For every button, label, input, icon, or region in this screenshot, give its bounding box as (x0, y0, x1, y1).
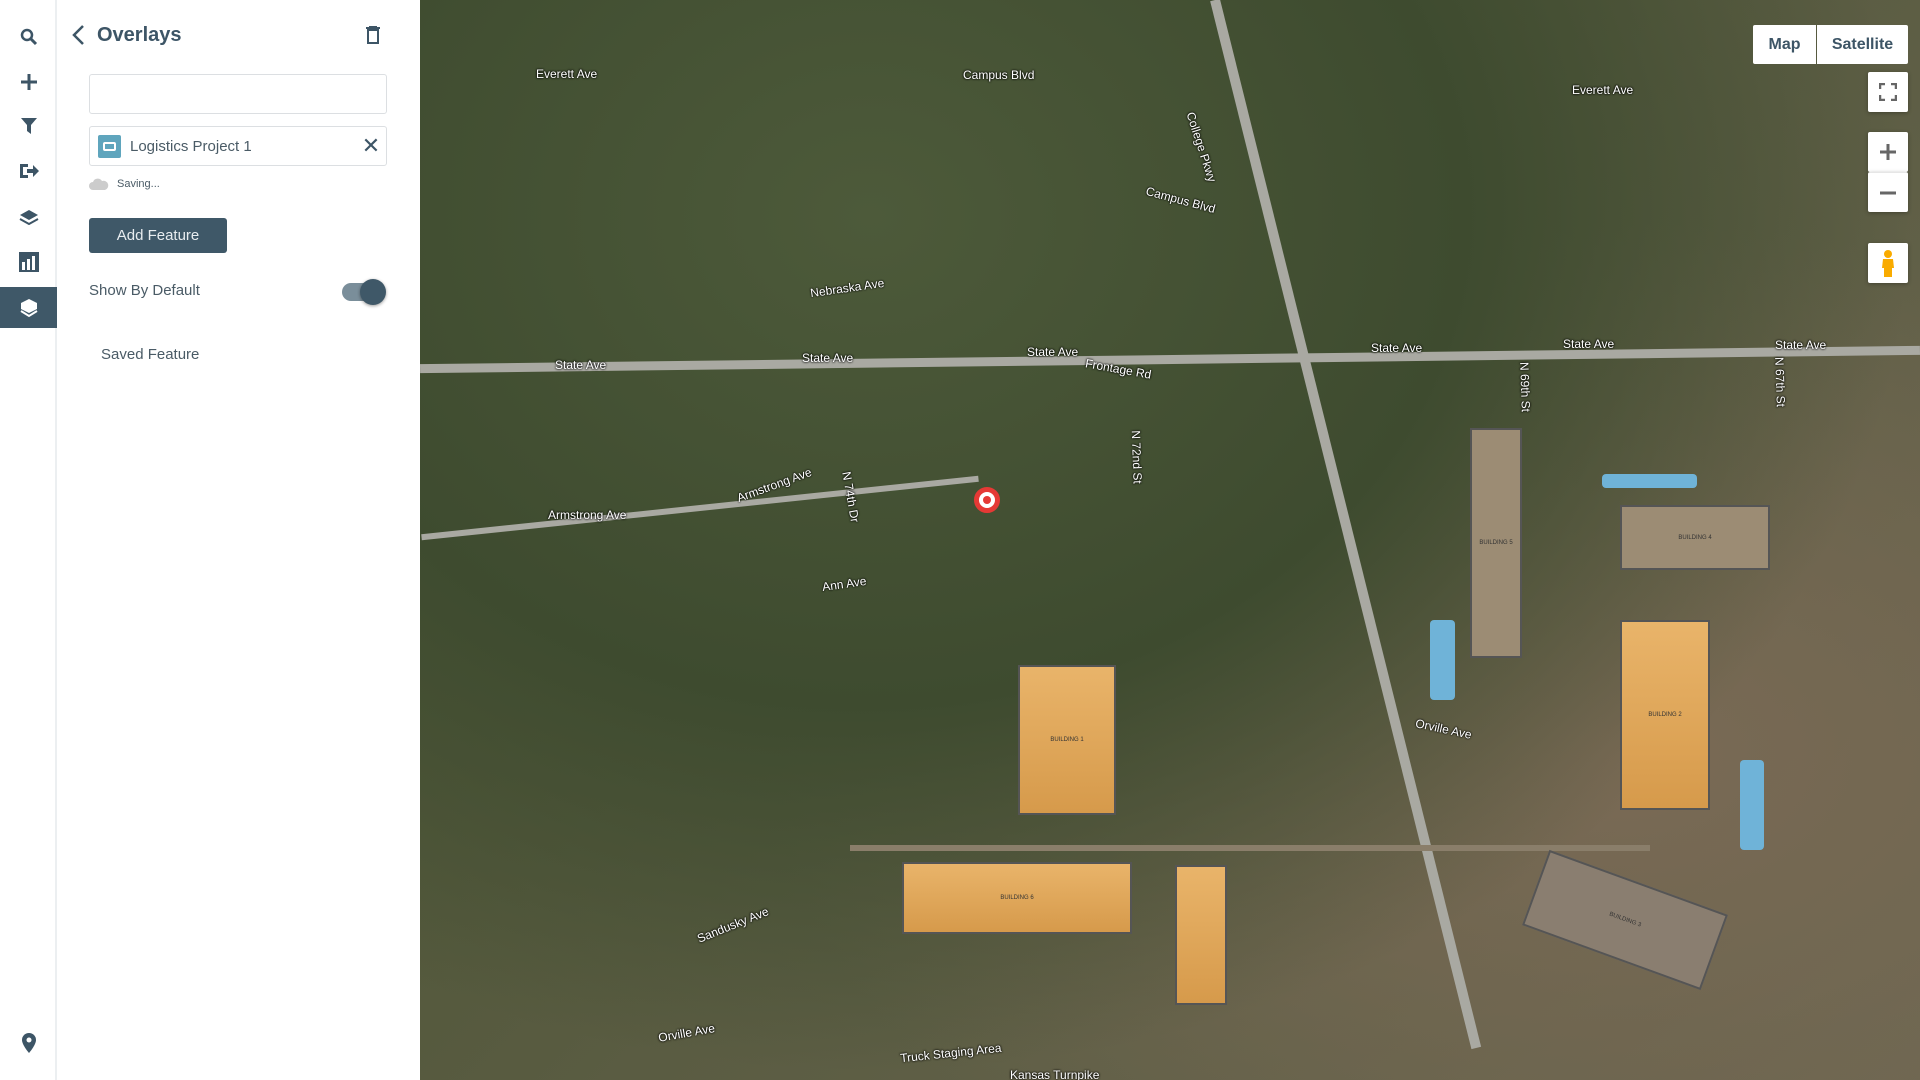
filter-icon[interactable] (0, 106, 57, 146)
building-5: BUILDING 5 (1470, 428, 1522, 658)
road-label: N 67th St (1772, 356, 1788, 408)
road-college-pkwy (1210, 0, 1482, 1050)
road-label: Sandusky Ave (695, 904, 771, 946)
clear-project-icon[interactable]: ✕ (356, 133, 386, 159)
road-label: State Ave (1775, 338, 1827, 352)
building-7 (1175, 865, 1227, 1005)
layers-icon[interactable] (0, 197, 57, 237)
satellite-map[interactable]: BUILDING 1 BUILDING 2 BUILDING 3 BUILDIN… (420, 0, 1920, 1080)
zoom-out-button[interactable] (1868, 172, 1908, 212)
cloud-icon (89, 178, 109, 190)
project-name: Logistics Project 1 (130, 137, 252, 155)
road-label: N 74th Dr (839, 470, 863, 524)
panel-title: Overlays (97, 24, 182, 46)
chart-icon[interactable] (0, 242, 57, 282)
save-status-text: Saving... (117, 178, 160, 190)
road-label: Everett Ave (536, 67, 598, 81)
map-type-map-button[interactable]: Map (1753, 25, 1816, 64)
road-label: State Ave (1027, 345, 1079, 359)
overlay-name-input[interactable] (89, 74, 387, 114)
show-by-default-toggle[interactable] (342, 278, 388, 306)
export-icon[interactable] (0, 151, 57, 191)
add-feature-button[interactable]: Add Feature (89, 218, 227, 253)
project-image-icon (98, 134, 121, 158)
building-2: BUILDING 2 (1620, 620, 1710, 810)
icon-rail (0, 0, 57, 1080)
road-label: State Ave (802, 351, 854, 365)
back-chevron-icon[interactable] (71, 24, 91, 48)
road-label: Ann Ave (821, 573, 868, 595)
building-1: BUILDING 1 (1018, 665, 1116, 815)
road-label: Armstrong Ave (548, 508, 627, 522)
search-icon[interactable] (0, 17, 57, 57)
road-label: Orville Ave (657, 1021, 716, 1045)
map-type-satellite-button[interactable]: Satellite (1817, 25, 1908, 64)
road-label: Truck Staging Area (899, 1040, 1003, 1066)
road-orville-ave (850, 845, 1650, 851)
road-label: College Pkwy (1183, 110, 1220, 184)
plus-icon[interactable] (0, 62, 57, 102)
road-label: State Ave (555, 358, 607, 372)
road-state-ave (420, 345, 1920, 374)
show-by-default-label: Show By Default (89, 282, 200, 299)
saved-feature-item[interactable]: Saved Feature (101, 346, 199, 363)
target-marker-icon[interactable] (974, 487, 1000, 513)
road-label: N 72nd St (1128, 430, 1145, 484)
building-6: BUILDING 6 (902, 862, 1132, 934)
road-label: State Ave (1371, 341, 1423, 355)
road-label: Everett Ave (1572, 83, 1634, 97)
fullscreen-icon[interactable] (1868, 72, 1908, 112)
overlays-panel: Overlays Logistics Project 1 ✕ Saving...… (59, 0, 420, 1080)
road-label: Campus Blvd (1144, 184, 1217, 216)
zoom-in-button[interactable] (1868, 132, 1908, 172)
road-label: N 69th St (1517, 361, 1533, 413)
project-selector[interactable]: Logistics Project 1 ✕ (89, 126, 387, 166)
road-label: Kansas Turnpike (1010, 1068, 1100, 1080)
road-armstrong-ave (421, 475, 979, 541)
street-view-pegman-icon[interactable] (1868, 243, 1908, 283)
building-4: BUILDING 4 (1620, 505, 1770, 570)
location-pin-icon[interactable] (0, 1023, 57, 1063)
road-label: Campus Blvd (963, 68, 1035, 82)
building-3: BUILDING 3 (1522, 849, 1728, 991)
road-label: Orville Ave (1414, 716, 1473, 742)
overlays-icon[interactable] (0, 287, 57, 328)
save-status: Saving... (89, 178, 160, 190)
trash-icon[interactable] (366, 25, 380, 49)
road-label: Nebraska Ave (809, 275, 886, 301)
road-label: State Ave (1563, 337, 1615, 351)
